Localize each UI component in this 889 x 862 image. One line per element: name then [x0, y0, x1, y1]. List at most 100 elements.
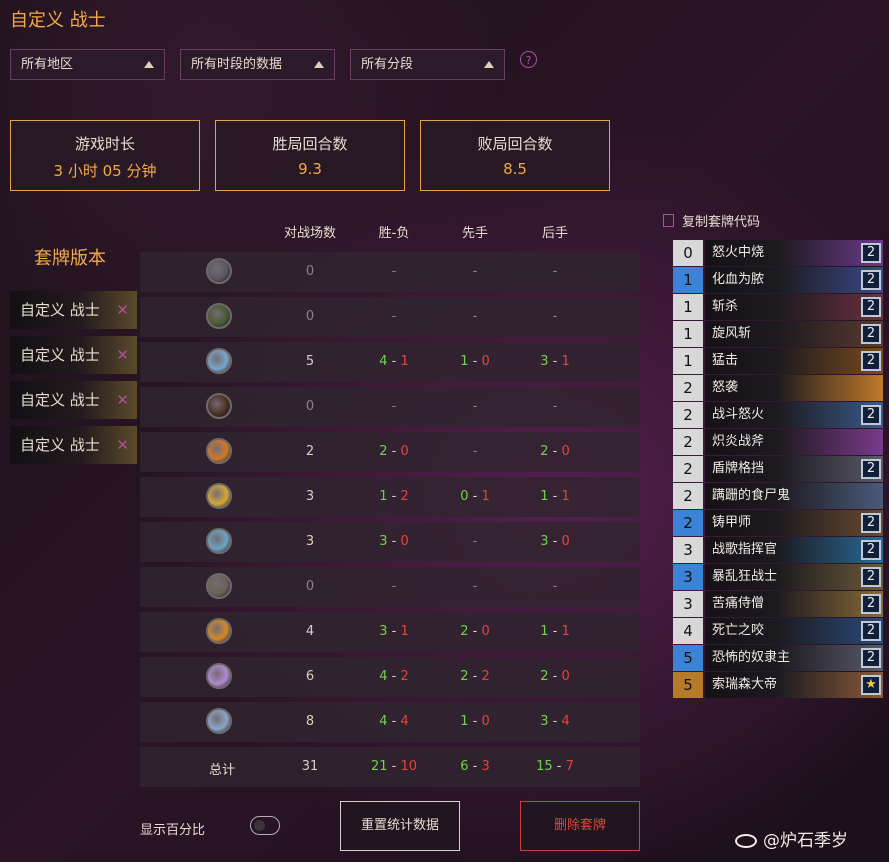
- card-cost: 1: [673, 294, 703, 320]
- empty-mark: -: [472, 399, 478, 414]
- card-cost: 3: [673, 591, 703, 617]
- card-name: 战斗怒火: [705, 402, 883, 428]
- deck-card[interactable]: 3 暴乱狂战士 2: [673, 564, 883, 590]
- card-cost: 1: [673, 348, 703, 374]
- games-count: 6: [305, 669, 315, 684]
- table-row: 31 - 20 - 11 - 1: [140, 477, 640, 517]
- empty-mark: -: [472, 444, 478, 459]
- card-count: 2: [861, 567, 881, 587]
- remove-icon[interactable]: ✕: [116, 381, 129, 419]
- help-icon[interactable]: ?: [520, 51, 537, 68]
- shaman-class-icon: [206, 528, 232, 554]
- card-cost: 3: [673, 564, 703, 590]
- separator: -: [468, 669, 482, 684]
- deck-card[interactable]: 2 怒袭: [673, 375, 883, 401]
- card-cost: 0: [673, 240, 703, 266]
- mage-class-icon: [206, 348, 232, 374]
- card-name: 怒火中烧: [705, 240, 883, 266]
- deck-card[interactable]: 5 恐怖的奴隶主 2: [673, 645, 883, 671]
- cell-first: 2 - 2: [445, 669, 505, 684]
- losses-value: 0: [481, 624, 490, 639]
- cell-first: -: [445, 444, 505, 459]
- total-label: 总计: [208, 763, 235, 778]
- deck-card[interactable]: 2 盾牌格挡 2: [673, 456, 883, 482]
- losses-value: 0: [561, 669, 570, 684]
- wins-value: 3: [540, 714, 549, 729]
- games-count: 31: [301, 759, 319, 774]
- deck-card[interactable]: 3 苦痛侍僧 2: [673, 591, 883, 617]
- remove-icon[interactable]: ✕: [116, 291, 129, 329]
- reset-stats-button[interactable]: 重置统计数据: [340, 801, 460, 851]
- wins-value: 2: [540, 669, 549, 684]
- stat-label: 胜局回合数: [272, 135, 348, 153]
- losses-value: 0: [561, 444, 570, 459]
- separator: -: [548, 714, 562, 729]
- deck-card[interactable]: 1 旋风斩 2: [673, 321, 883, 347]
- table-row: 0 - - -: [140, 297, 640, 337]
- deck-card[interactable]: 5 索瑞森大帝 ★: [673, 672, 883, 698]
- card-count: 2: [861, 324, 881, 344]
- wins-value: 6: [460, 759, 469, 774]
- show-percent-toggle[interactable]: [250, 816, 280, 835]
- deck-card[interactable]: 0 怒火中烧 2: [673, 240, 883, 266]
- deck-card[interactable]: 1 化血为脓 2: [673, 267, 883, 293]
- separator: -: [548, 354, 562, 369]
- deck-card[interactable]: 2 炽炎战斧: [673, 429, 883, 455]
- wins-value: 2: [460, 669, 469, 684]
- wins-value: 3: [540, 534, 549, 549]
- stat-value: 8.5: [503, 160, 527, 178]
- remove-icon[interactable]: ✕: [116, 426, 129, 464]
- wins-value: 4: [379, 354, 388, 369]
- deck-card[interactable]: 4 死亡之咬 2: [673, 618, 883, 644]
- losses-value: 4: [400, 714, 409, 729]
- deck-card[interactable]: 1 斩杀 2: [673, 294, 883, 320]
- cell-first: 1 - 0: [445, 354, 505, 369]
- empty-mark: -: [472, 264, 478, 279]
- delete-deck-button[interactable]: 删除套牌: [520, 801, 640, 851]
- deck-version-item[interactable]: 自定义 战士 ✕: [10, 336, 137, 374]
- wins-value: 21: [370, 759, 388, 774]
- deck-card[interactable]: 2 战斗怒火 2: [673, 402, 883, 428]
- cell-first: -: [445, 264, 505, 279]
- toggle-knob: [254, 820, 265, 831]
- card-name: 化血为脓: [705, 267, 883, 293]
- weibo-logo-icon: [735, 834, 757, 848]
- card-name: 旋风斩: [705, 321, 883, 347]
- cell-first: -: [445, 309, 505, 324]
- separator: -: [548, 624, 562, 639]
- deck-version-item[interactable]: 自定义 战士 ✕: [10, 381, 137, 419]
- wins-value: 3: [379, 624, 388, 639]
- caret-up-icon: [314, 61, 324, 68]
- deck-card[interactable]: 2 铸甲师 2: [673, 510, 883, 536]
- region-dropdown[interactable]: 所有地区: [10, 49, 165, 80]
- deck-card[interactable]: 3 战歌指挥官 2: [673, 537, 883, 563]
- deck-version-item[interactable]: 自定义 战士 ✕: [10, 426, 137, 464]
- cell-second: 1 - 1: [525, 489, 585, 504]
- table-row: 22 - 0-2 - 0: [140, 432, 640, 472]
- region-dropdown-label: 所有地区: [21, 57, 74, 72]
- warlock-class-icon: [206, 573, 232, 599]
- separator: -: [548, 534, 562, 549]
- stat-label: 游戏时长: [74, 135, 135, 153]
- card-count: 2: [861, 540, 881, 560]
- empty-mark: -: [472, 534, 478, 549]
- period-dropdown[interactable]: 所有时段的数据: [180, 49, 335, 80]
- deck-version-item[interactable]: 自定义 战士 ✕: [10, 291, 137, 329]
- rank-dropdown[interactable]: 所有分段: [350, 49, 505, 80]
- losses-value: 0: [561, 534, 570, 549]
- deck-card[interactable]: 2 蹒跚的食尸鬼: [673, 483, 883, 509]
- watermark-text: @炉石季岁: [763, 831, 848, 851]
- deck-card[interactable]: 1 猛击 2: [673, 348, 883, 374]
- copy-deck-code-link[interactable]: 复制套牌代码: [663, 211, 760, 230]
- deck-version-label: 自定义 战士: [20, 301, 100, 319]
- games-count: 0: [305, 264, 315, 279]
- stat-label: 败局回合数: [477, 135, 553, 153]
- separator: -: [387, 534, 401, 549]
- copy-icon: [663, 214, 674, 227]
- remove-icon[interactable]: ✕: [116, 336, 129, 374]
- separator: -: [548, 669, 562, 684]
- cell-first: -: [445, 399, 505, 414]
- separator: -: [548, 444, 562, 459]
- warrior-class-icon: [206, 618, 232, 644]
- wins-value: 1: [379, 489, 388, 504]
